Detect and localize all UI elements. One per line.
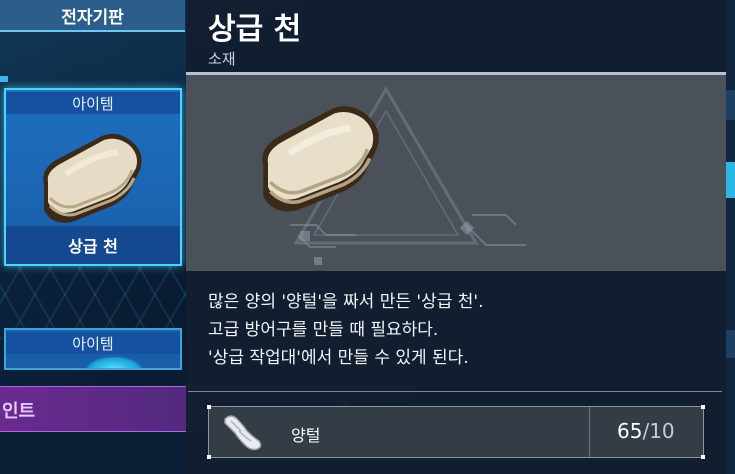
description-line: 많은 양의 '양털'을 짜서 만든 '상급 천'. [208,292,484,312]
material-have-count: 65 [617,419,643,443]
item-detail-panel: 상급 천 소재 많은 양의 '양털'을 짜서 만든 '상급 천'. 고급 방어구… [186,0,726,474]
item-preview [186,75,726,271]
hint-bar-label: 인트 [2,401,36,422]
item-type-label: 아이템 [6,92,180,114]
gem-icon [84,356,144,368]
cloth-icon [262,106,379,212]
material-name: 양털 [291,426,321,445]
item-category: 소재 [208,50,236,68]
side-marker [0,76,8,82]
item-card-next[interactable]: 아이템 [4,328,182,370]
material-requirement-row[interactable]: 양털 65/10 [207,405,705,459]
item-title: 상급 천 [208,12,302,47]
description-line: '상급 작업대'에서 만들 수 있게 된다. [208,348,469,368]
right-background-strip [726,0,735,474]
cloth-icon [43,133,142,223]
item-type-label: 아이템 [6,332,180,354]
item-name: 상급 천 [6,226,180,264]
material-count: 65/10 [617,419,675,443]
description-divider [188,391,722,392]
item-description: 많은 양의 '양털'을 짜서 만든 '상급 천'. 고급 방어구를 만들 때 필… [208,288,708,372]
material-required-count: 10 [649,419,675,443]
category-tab-label: 전자기판 [61,7,124,28]
description-line: 고급 방어구를 만들 때 필요하다. [208,320,439,340]
row-divider [589,407,590,457]
item-card-selected[interactable]: 아이템 상급 천 [4,88,182,266]
wool-icon [224,415,262,451]
category-tab-electronics[interactable]: 전자기판 [0,0,185,32]
